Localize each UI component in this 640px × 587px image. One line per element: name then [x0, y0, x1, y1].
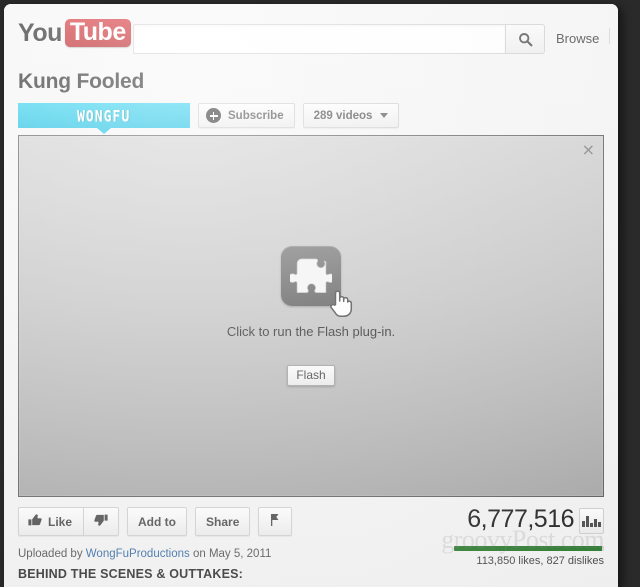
screenshot-viewport: You Tube Browse Kung Fooled WONGFU Subsc… [0, 0, 640, 587]
channel-banner[interactable]: WONGFU [18, 103, 190, 128]
uploader-link[interactable]: WongFuProductions [86, 548, 190, 560]
masthead: You Tube Browse [4, 4, 618, 60]
uploaded-prefix: Uploaded by [18, 548, 83, 560]
videos-count-label: 289 videos [313, 109, 373, 122]
like-dislike-group: Like [18, 507, 120, 536]
share-button[interactable]: Share [195, 507, 251, 536]
like-ratio: 113,850 likes, 827 dislikes [454, 546, 604, 567]
header-divider [609, 28, 610, 44]
flag-icon [269, 513, 281, 530]
like-ratio-label: 113,850 likes, 827 dislikes [476, 555, 604, 567]
page-title: Kung Fooled [18, 70, 145, 93]
action-bar: Like Add to Share [18, 507, 293, 536]
flash-plugin-placeholder[interactable]: Click to run the Flash plug-in. Flash [19, 246, 603, 386]
video-description: BEHIND THE SCENES & OUTTAKES: [18, 567, 244, 581]
add-to-button[interactable]: Add to [127, 507, 188, 536]
flash-tooltip[interactable]: Flash [287, 365, 335, 386]
flag-button[interactable] [258, 507, 293, 536]
view-count: 6,777,516 [467, 505, 574, 533]
upload-meta: Uploaded by WongFuProductions on May 5, … [18, 548, 271, 560]
thumbs-down-icon [94, 513, 108, 530]
plugin-message: Click to run the Flash plug-in. [226, 324, 396, 339]
uploaded-suffix: on May 5, 2011 [192, 548, 272, 560]
logo-you-text: You [18, 19, 62, 47]
search-button[interactable] [505, 24, 545, 54]
like-ratio-bar [454, 546, 604, 551]
logo-tube-text: Tube [64, 19, 131, 47]
bar-chart-icon [582, 516, 601, 527]
videos-dropdown[interactable]: 289 videos [302, 103, 400, 128]
channel-banner-label: WONGFU [77, 106, 131, 125]
subscribe-label: Subscribe [228, 109, 284, 122]
statistics-button[interactable] [579, 508, 604, 534]
close-icon[interactable]: × [582, 142, 595, 158]
browse-link[interactable]: Browse [556, 31, 599, 46]
puzzle-piece-icon[interactable] [281, 246, 353, 317]
chevron-down-icon [380, 113, 389, 118]
search-icon [518, 32, 533, 47]
search-bar [133, 24, 545, 54]
youtube-logo[interactable]: You Tube [18, 19, 131, 47]
like-label: Like [48, 514, 73, 529]
channel-bar: WONGFU Subscribe 289 videos [18, 103, 400, 128]
like-button[interactable]: Like [18, 507, 85, 536]
youtube-page: You Tube Browse Kung Fooled WONGFU Subsc… [4, 4, 618, 587]
dislike-button[interactable] [84, 507, 120, 536]
thumbs-up-icon [28, 513, 42, 530]
search-input[interactable] [133, 24, 505, 54]
plus-icon [206, 108, 221, 123]
video-player[interactable]: × Click to run the Flash plug-in. Flash [18, 135, 604, 497]
browser-window: You Tube Browse Kung Fooled WONGFU Subsc… [4, 4, 618, 587]
subscribe-button[interactable]: Subscribe [198, 103, 295, 128]
